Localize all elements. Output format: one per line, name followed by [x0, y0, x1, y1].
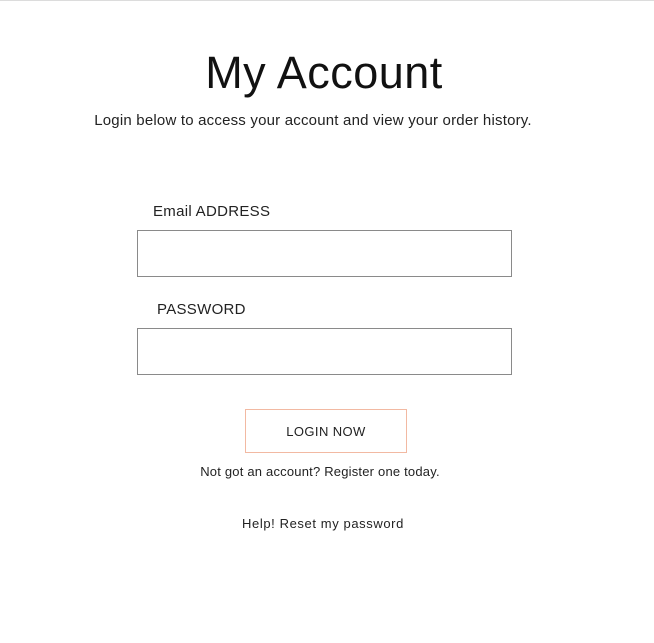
reset-password-link[interactable]: Help! Reset my password	[242, 516, 404, 531]
register-link[interactable]: Not got an account? Register one today.	[200, 464, 440, 479]
email-field[interactable]	[137, 230, 512, 277]
page-subtitle: Login below to access your account and v…	[94, 112, 532, 129]
register-link-row: Not got an account? Register one today.	[0, 463, 640, 481]
password-field[interactable]	[137, 328, 512, 375]
page-title: My Account	[205, 47, 443, 98]
password-label: PASSWORD	[157, 301, 246, 318]
reset-password-row: Help! Reset my password	[0, 515, 646, 533]
login-button[interactable]: LOGIN NOW	[245, 409, 407, 453]
email-label: Email ADDRESS	[153, 203, 271, 220]
top-divider	[0, 0, 654, 1]
